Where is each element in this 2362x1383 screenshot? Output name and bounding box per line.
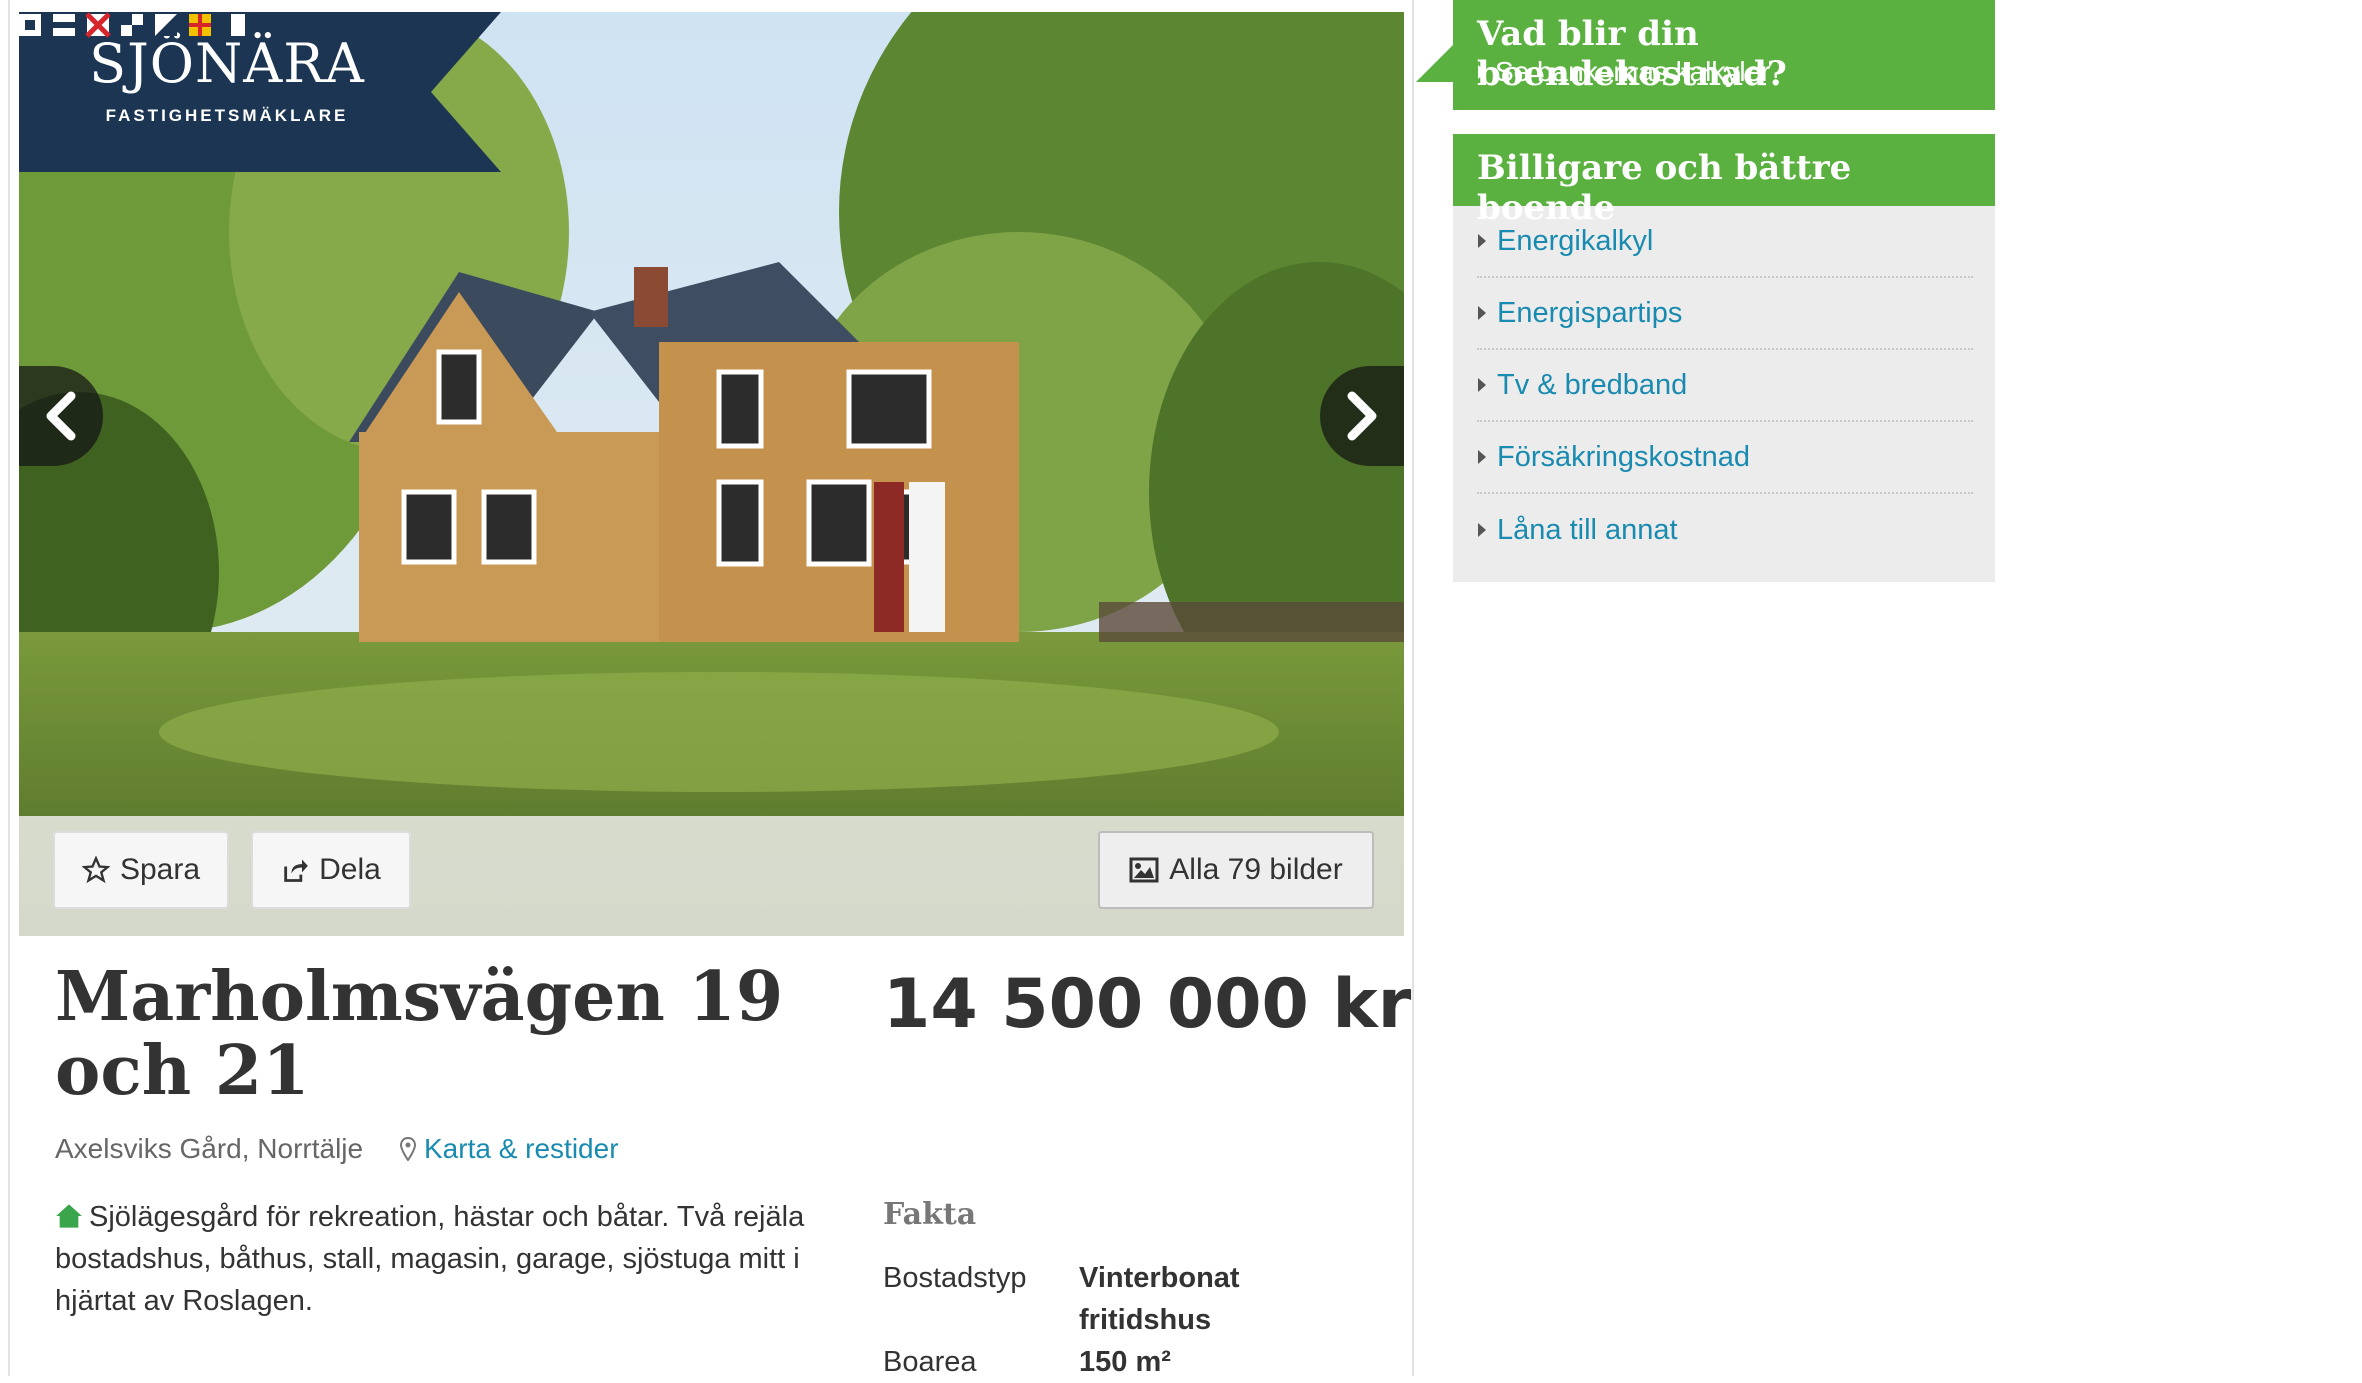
- listing-price: 14 500 000 kr: [883, 965, 1412, 1044]
- description-text: Sjölägesgård för rekreation, hästar och …: [55, 1201, 805, 1317]
- share-icon: [284, 859, 308, 882]
- facts-heading: Fakta: [883, 1197, 977, 1232]
- share-button-label: Dela: [319, 853, 381, 886]
- map-pin-icon: [400, 1137, 416, 1161]
- panel-item-label: Låna till annat: [1497, 513, 1678, 546]
- panel-item-label: Försäkringskostnad: [1497, 440, 1751, 473]
- promo-pointer-shape: [1416, 42, 1456, 82]
- caret-right-icon: [1478, 523, 1486, 537]
- panel-item-energikalkyl[interactable]: Energikalkyl: [1477, 206, 1973, 278]
- caret-right-icon: [1478, 450, 1486, 464]
- all-images-button[interactable]: Alla 79 bilder: [1098, 831, 1374, 909]
- logo-subtitle: FASTIGHETSMÄKLARE: [105, 106, 349, 125]
- panel-item-energispartips[interactable]: Energispartips: [1477, 278, 1973, 350]
- panel-item-forsakringskostnad[interactable]: Försäkringskostnad: [1477, 422, 1973, 494]
- housing-cost-promo[interactable]: Vad blir din boendekostnad? Se bankernas…: [1453, 0, 1995, 110]
- logo-title: SJÖNÄRA: [89, 32, 365, 95]
- bank-calculators-link[interactable]: Se bankernas kalkyler: [1477, 56, 1770, 88]
- fact-key: Bostadstyp: [883, 1262, 1027, 1294]
- promo-link-label: Se bankernas kalkyler: [1495, 56, 1771, 87]
- panel-item-label: Energispartips: [1497, 296, 1683, 329]
- map-link[interactable]: Karta & restider: [400, 1133, 619, 1165]
- house-icon: [56, 1204, 82, 1228]
- save-button-label: Spara: [119, 853, 201, 886]
- panel-item-lana-till-annat[interactable]: Låna till annat: [1477, 494, 1973, 566]
- listing-description: Sjölägesgård för rekreation, hästar och …: [55, 1196, 825, 1322]
- signal-flags-icon: [19, 12, 245, 38]
- panel-header: Billigare och bättre boende: [1453, 134, 1995, 228]
- chevron-right-icon: [1347, 391, 1377, 441]
- map-link-label: Karta & restider: [424, 1133, 619, 1164]
- panel-item-label: Energikalkyl: [1497, 224, 1654, 257]
- listing-title: Marholmsvägen 19 och 21: [55, 957, 784, 1111]
- better-housing-panel: Billigare och bättre boende Energikalkyl…: [1453, 134, 1995, 582]
- chevron-left-icon: [46, 391, 76, 441]
- caret-right-icon: [1478, 378, 1486, 392]
- fact-key: Boarea: [883, 1346, 977, 1378]
- star-icon: [81, 856, 110, 884]
- fact-value: 150 m²: [1079, 1346, 1171, 1378]
- panel-item-tv-bredband[interactable]: Tv & bredband: [1477, 350, 1973, 422]
- caret-right-icon: [1478, 306, 1486, 320]
- panel-item-label: Tv & bredband: [1497, 368, 1688, 401]
- all-images-label: Alla 79 bilder: [1169, 853, 1343, 886]
- broker-logo: SJÖNÄRA FASTIGHETSMÄKLARE: [19, 12, 501, 172]
- image-icon: [1129, 857, 1159, 883]
- listing-area: Axelsviks Gård, Norrtälje: [55, 1133, 364, 1164]
- caret-right-icon: [1478, 234, 1486, 248]
- save-button[interactable]: Spara: [53, 831, 229, 909]
- caret-right-icon: [1478, 65, 1486, 79]
- fact-value: Vinterbonat fritidshus: [1079, 1262, 1240, 1336]
- share-button[interactable]: Dela: [251, 831, 411, 909]
